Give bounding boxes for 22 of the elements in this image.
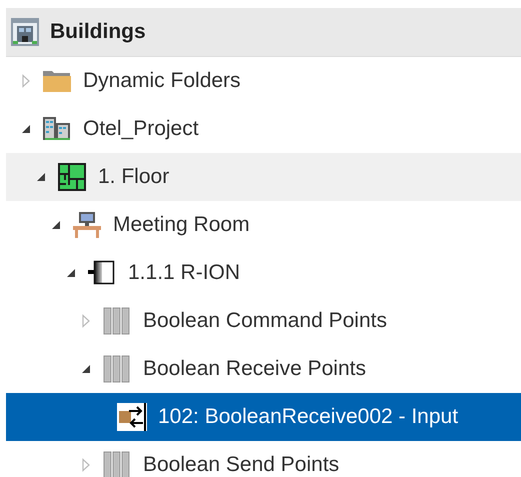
tree-item[interactable]: 1.1.1 R-ION xyxy=(6,249,521,297)
exchange-arrows-icon xyxy=(117,402,147,432)
tree-item[interactable]: 1. Floor xyxy=(6,153,521,201)
collapse-arrow-icon[interactable] xyxy=(35,171,47,183)
collapse-arrow-icon[interactable] xyxy=(80,363,92,375)
floor-plan-icon xyxy=(57,162,87,192)
tree-item[interactable]: 102: BooleanReceive002 - Input xyxy=(6,393,521,441)
building-icon xyxy=(10,17,40,47)
tree-item[interactable]: Meeting Room xyxy=(6,201,521,249)
columns-icon xyxy=(102,306,132,336)
columns-icon xyxy=(102,354,132,384)
tree-item[interactable]: Boolean Command Points xyxy=(6,297,521,345)
columns-icon xyxy=(102,450,132,477)
collapse-arrow-icon[interactable] xyxy=(65,267,77,279)
tree-item[interactable]: Boolean Receive Points xyxy=(6,345,521,393)
collapse-arrow-icon[interactable] xyxy=(50,219,62,231)
tree-item[interactable]: Otel_Project xyxy=(6,105,521,153)
tree-item[interactable]: Dynamic Folders xyxy=(6,57,521,105)
tree-item[interactable]: Boolean Send Points xyxy=(6,441,521,477)
desk-with-monitor-icon xyxy=(72,210,102,240)
collapse-arrow-icon[interactable] xyxy=(20,123,32,135)
panel-title: Buildings xyxy=(50,20,146,44)
